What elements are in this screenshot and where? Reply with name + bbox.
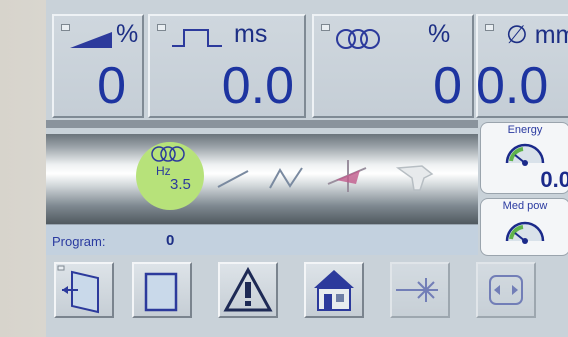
diameter-value: 0.0 (476, 57, 549, 115)
handpiece-mode-icon[interactable] (394, 160, 438, 196)
power-ramp-icon (70, 32, 112, 48)
stop-frame-icon (144, 272, 178, 312)
energy-box[interactable]: Energy 0.0 (480, 122, 568, 194)
diameter-readout[interactable]: ∅ mm 0.0 (476, 14, 568, 118)
indicator-led (157, 24, 166, 31)
home-button[interactable] (304, 262, 364, 318)
program-label: Program: (52, 234, 106, 249)
diameter-unit: ∅ mm (506, 21, 568, 49)
overlap-circles-icon (336, 29, 380, 49)
laser-icon (396, 278, 438, 302)
pulse-value: 0.0 (221, 57, 294, 115)
energy-label: Energy (507, 124, 543, 136)
gauge-icon (505, 221, 545, 244)
pulse-unit: ms (234, 20, 268, 48)
door-icon (57, 265, 99, 314)
program-bar: Program: 0 (46, 224, 478, 255)
power-unit: % (116, 20, 139, 48)
handpiece-icon (489, 275, 523, 305)
warning-icon (223, 266, 273, 312)
frequency-unit: Hz (156, 164, 171, 178)
gauge-icon (505, 143, 545, 166)
medpow-box[interactable]: Med pow (480, 198, 568, 256)
frequency-value: 3.5 (170, 176, 191, 193)
energy-panel: Energy 0.0 Med pow (478, 120, 568, 256)
laser-button[interactable] (390, 262, 450, 318)
power-readout[interactable]: % 0 (52, 14, 144, 118)
pulse-readout[interactable]: ms 0.0 (148, 14, 306, 118)
energy-value: 0.0 (540, 167, 568, 192)
overlap-value: 0 (433, 57, 462, 115)
indicator-led (485, 24, 494, 31)
indicator-led (321, 24, 330, 31)
line-mode-icon[interactable] (214, 163, 254, 193)
power-value: 0 (97, 57, 126, 115)
pulse-icon (172, 29, 222, 47)
overlap-readout[interactable]: % 0 (312, 14, 474, 118)
overlap-unit: % (428, 20, 451, 48)
program-value[interactable]: 0 (166, 232, 174, 249)
handpiece-button[interactable] (476, 262, 536, 318)
zigzag-mode-icon[interactable] (266, 162, 306, 192)
stop-frame-button[interactable] (132, 262, 192, 318)
medpow-label: Med pow (502, 200, 548, 212)
warning-button[interactable] (218, 262, 278, 318)
divider-bar (46, 120, 478, 128)
overlap-circles-icon (151, 146, 185, 162)
frequency-mode-button[interactable]: Hz 3.5 (136, 142, 204, 210)
door-button[interactable] (54, 262, 114, 318)
scan-mode-icon[interactable] (326, 158, 370, 194)
home-icon (314, 270, 354, 311)
